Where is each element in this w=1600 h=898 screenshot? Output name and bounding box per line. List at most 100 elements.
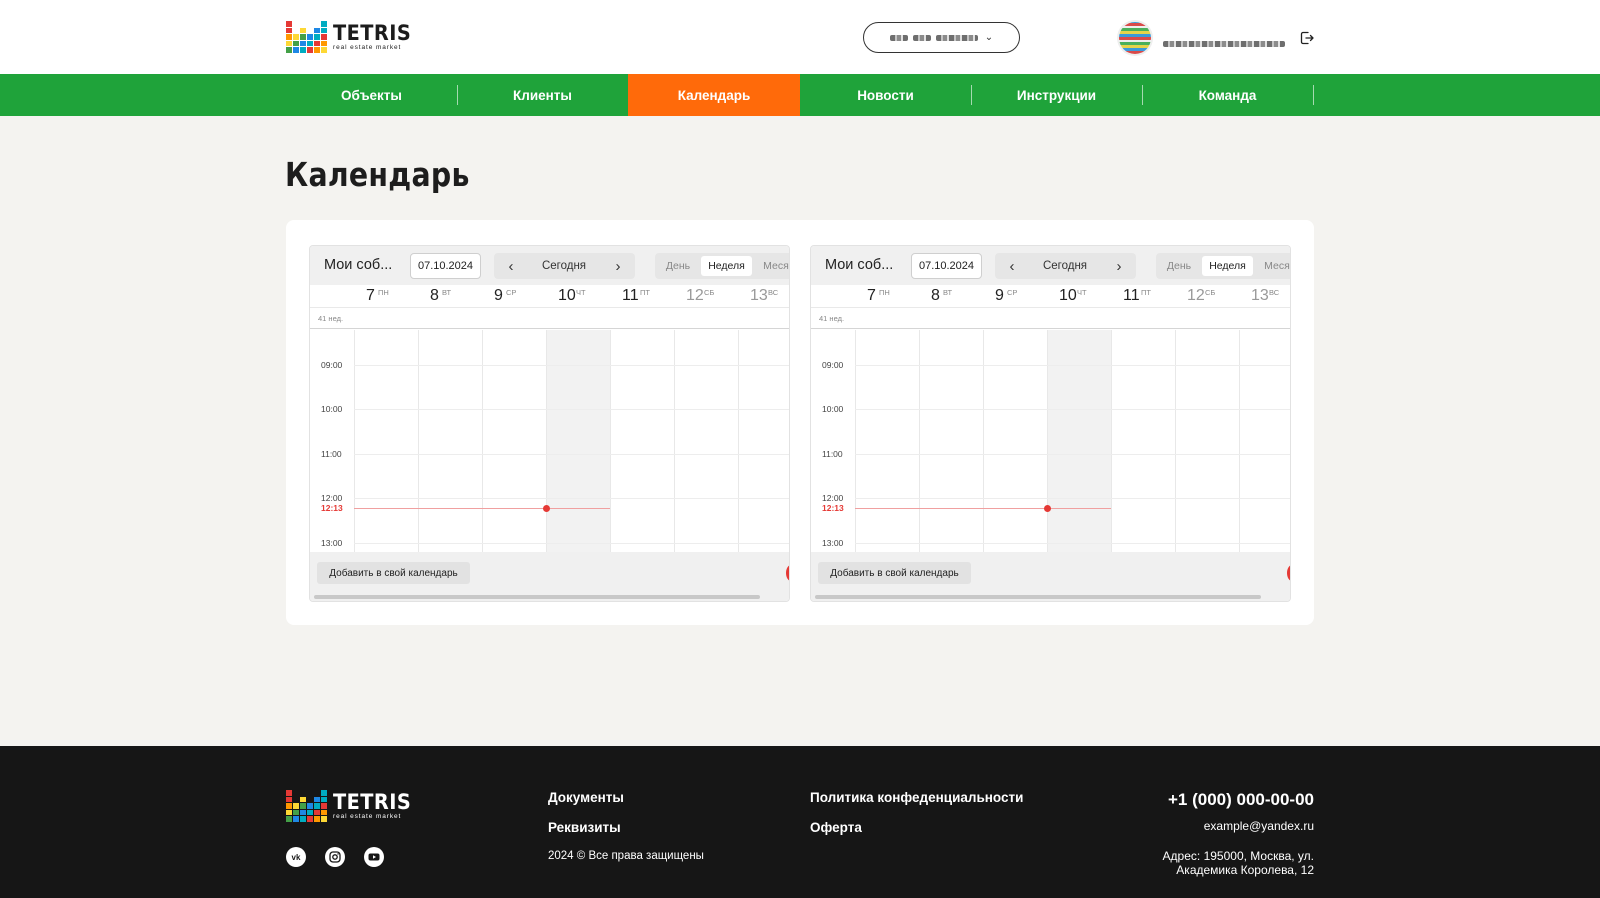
view-tab[interactable]: Неделя [1202, 256, 1253, 276]
calendar-widget[interactable]: Мои соб... 07.10.2024 ‹ Сегодня › День Неделя М… [309, 245, 790, 602]
view-tab[interactable]: Неделя [701, 256, 752, 276]
grid-hour-line [354, 498, 789, 499]
logout-icon[interactable] [1299, 30, 1315, 46]
day-header[interactable]: 13 ВС [738, 285, 789, 307]
brand-logo[interactable]: TETRIS real estate market [286, 21, 418, 53]
brand-tagline: real estate market [333, 43, 402, 51]
nav-item-clients[interactable]: Клиенты [457, 74, 628, 116]
calendar-widget[interactable]: Мои соб... 07.10.2024 ‹ Сегодня › День Неделя М… [810, 245, 1291, 602]
grid-hour-line [855, 453, 1290, 455]
view-tab[interactable]: День [659, 256, 697, 276]
footer-logo[interactable]: TETRIS real estate market [286, 790, 418, 822]
week-label: 41 нед. [819, 314, 845, 323]
chevron-right-icon[interactable]: › [1106, 253, 1132, 279]
site-footer: TETRIS real estate market vk Документы Р… [0, 746, 1600, 898]
view-switcher: День Неделя Меся [1156, 253, 1290, 279]
logo-mark-icon [286, 21, 327, 53]
grid-column-line [1111, 330, 1112, 552]
grid-hour-line [855, 542, 1290, 544]
time-label: 11:00 [321, 448, 342, 459]
calendar-day-header: 7 ПН 8 ВТ 9 СР 10 ЧТ 11 ПТ 12 СБ 13 ВС [811, 285, 1290, 307]
brand-tagline: real estate market [333, 812, 402, 820]
calendar-toolbar: Мои соб... 07.10.2024 ‹ Сегодня › День Неделя М… [811, 246, 1290, 285]
day-header[interactable]: 12 СБ [1175, 285, 1239, 307]
day-header[interactable]: 7 ПН [855, 285, 919, 307]
day-header[interactable]: 10 ЧТ [1047, 285, 1111, 307]
time-label: 09:00 [822, 359, 844, 370]
footer-link-requisites[interactable]: Реквизиты [548, 820, 621, 835]
chevron-down-icon: ⌄ [984, 32, 994, 43]
footer-link-documents[interactable]: Документы [548, 790, 624, 805]
grid-column-line [610, 330, 611, 552]
footer-email[interactable]: example@yandex.ru [1204, 819, 1314, 833]
view-tab[interactable]: Меся [1257, 256, 1290, 276]
brand-name: TETRIS [333, 20, 412, 45]
footer-link-offer[interactable]: Оферта [810, 820, 862, 835]
nav-item-instructions[interactable]: Инструкции [971, 74, 1142, 116]
footer-phone[interactable]: +1 (000) 000-00-00 [1168, 790, 1314, 810]
footer-link-privacy[interactable]: Политика конфеденциальности [810, 790, 1023, 805]
grid-column-line [855, 330, 856, 552]
grid-hour-line [354, 453, 789, 455]
horizontal-scrollbar[interactable] [314, 595, 760, 599]
time-label: 12:00 [822, 493, 844, 503]
nav-item-team[interactable]: Команда [1142, 74, 1313, 116]
date-picker[interactable]: 07.10.2024 [410, 253, 481, 279]
chevron-left-icon[interactable]: ‹ [999, 253, 1025, 279]
day-header[interactable]: 8 ВТ [919, 285, 983, 307]
horizontal-scrollbar[interactable] [815, 595, 1261, 599]
day-header[interactable]: 8 ВТ [418, 285, 482, 307]
time-grid[interactable]: 08:0009:0010:0011:0012:0013:0012:13 [310, 330, 789, 552]
current-time-line [354, 507, 610, 509]
vk-icon[interactable]: vk [286, 847, 306, 867]
grid-hour-line [855, 498, 1290, 499]
day-header[interactable]: 11 ПТ [610, 285, 674, 307]
grid-column-line [983, 330, 984, 552]
nav-item-news[interactable]: Новости [800, 74, 971, 116]
calendar-day-header: 7 ПН 8 ВТ 9 СР 10 ЧТ 11 ПТ 12 СБ 13 ВС [310, 285, 789, 307]
view-tab[interactable]: Меся [756, 256, 789, 276]
view-switcher: День Неделя Меся [655, 253, 789, 279]
day-header[interactable]: 9 СР [482, 285, 546, 307]
today-column [1047, 330, 1111, 552]
instagram-icon[interactable] [325, 847, 345, 867]
grid-column-line [354, 330, 355, 552]
add-to-calendar-button[interactable]: Добавить в свой календарь [317, 562, 470, 584]
redacted-text [935, 34, 978, 41]
time-label: 10:00 [321, 404, 343, 414]
add-to-calendar-button[interactable]: Добавить в свой календарь [818, 562, 971, 584]
chevron-right-icon[interactable]: › [605, 253, 631, 279]
date-picker[interactable]: 07.10.2024 [911, 253, 982, 279]
day-header[interactable]: 11 ПТ [1111, 285, 1175, 307]
user-name-redacted[interactable] [1163, 34, 1285, 52]
grid-hour-line [855, 409, 1290, 410]
day-header[interactable]: 7 ПН [354, 285, 418, 307]
footer-address: Адрес: 195000, Москва, ул. Академика Кор… [1162, 849, 1314, 877]
current-time-label: 12:13 [822, 502, 844, 513]
copyright: 2024 © Все права защищены [548, 850, 704, 862]
calendar-badge [786, 565, 789, 581]
nav-item-objects[interactable]: Объекты [286, 74, 457, 116]
time-label: 09:00 [321, 359, 343, 370]
grid-hour-line [354, 409, 789, 410]
current-time-label: 12:13 [321, 502, 343, 513]
day-header[interactable]: 13 ВС [1239, 285, 1290, 307]
day-header[interactable]: 9 СР [983, 285, 1047, 307]
day-header[interactable]: 10 ЧТ [546, 285, 610, 307]
period-navigator: ‹ Сегодня › [494, 253, 635, 279]
time-grid[interactable]: 08:0009:0010:0011:0012:0013:0012:13 [811, 330, 1290, 552]
current-time-line [855, 507, 1111, 509]
day-header[interactable]: 12 СБ [674, 285, 738, 307]
nav-item-calendar[interactable]: Календарь [628, 74, 800, 116]
today-button[interactable]: Сегодня [1025, 253, 1105, 279]
brand-name: TETRIS [333, 789, 412, 814]
avatar[interactable] [1119, 22, 1151, 54]
city-select[interactable]: ⌄ [863, 22, 1020, 53]
grid-column-line [482, 330, 483, 552]
grid-column-line [919, 330, 920, 552]
today-button[interactable]: Сегодня [524, 253, 604, 279]
youtube-icon[interactable] [364, 847, 384, 867]
chevron-left-icon[interactable]: ‹ [498, 253, 524, 279]
view-tab[interactable]: День [1160, 256, 1198, 276]
calendar-footer: Добавить в свой календарь [811, 552, 1290, 601]
